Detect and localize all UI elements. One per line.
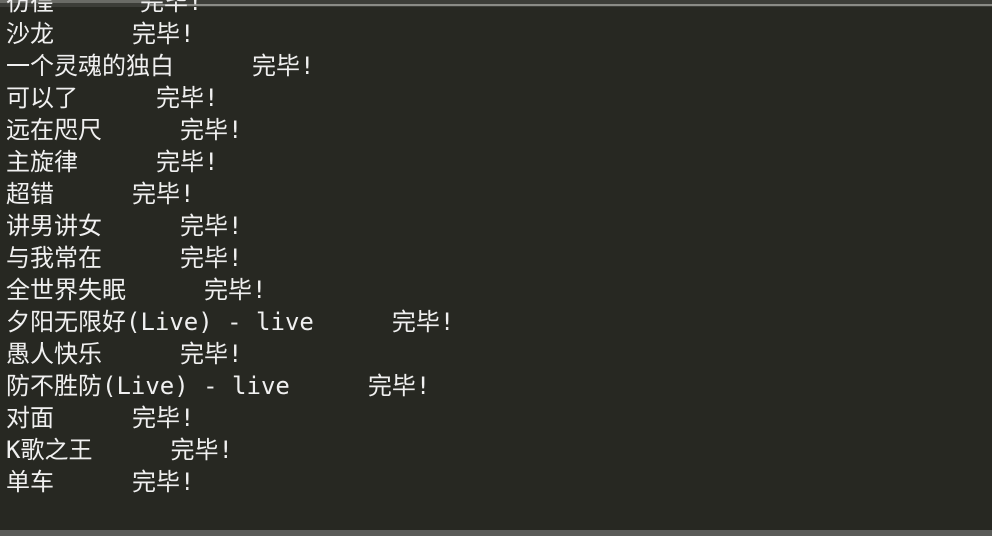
song-title: 单车 (6, 468, 54, 496)
output-line: 与我常在 完毕! (6, 242, 454, 274)
output-line: 讲男讲女 完毕! (6, 210, 454, 242)
status-text: 完毕! (180, 212, 243, 240)
song-title: 可以了 (6, 84, 78, 112)
status-text: 完毕! (140, 0, 203, 16)
song-title: K歌之王 (6, 436, 93, 464)
status-text: 完毕! (170, 436, 233, 464)
output-line: 远在咫尺 完毕! (6, 114, 454, 146)
status-text: 完毕! (132, 180, 195, 208)
status-text: 完毕! (132, 404, 195, 432)
output-line: 愚人快乐 完毕! (6, 338, 454, 370)
status-text: 完毕! (180, 340, 243, 368)
output-line: 可以了 完毕! (6, 82, 454, 114)
song-title: 一个灵魂的独白 (6, 52, 174, 80)
song-title: 远在咫尺 (6, 116, 102, 144)
console-window[interactable]: 彷徨 完毕! 沙龙 完毕! 一个灵魂的独白 完毕! 可以了 完毕! 远在咫尺 完毕! 主旋… (0, 0, 992, 536)
song-title: 防不胜防(Live) - live (6, 372, 290, 400)
status-text: 完毕! (156, 84, 219, 112)
output-line: 单车 完毕! (6, 466, 454, 498)
output-line: 全世界失眠 完毕! (6, 274, 454, 306)
song-title: 与我常在 (6, 244, 102, 272)
song-title: 全世界失眠 (6, 276, 126, 304)
status-text: 完毕! (252, 52, 315, 80)
song-title: 彷徨 (6, 0, 54, 16)
song-title: 夕阳无限好(Live) - live (6, 308, 314, 336)
status-text: 完毕! (204, 276, 267, 304)
song-title: 对面 (6, 404, 54, 432)
bottom-scrollbar[interactable] (0, 530, 992, 536)
output-line: 彷徨 完毕! (6, 0, 454, 18)
output-line: 超错 完毕! (6, 178, 454, 210)
song-title: 讲男讲女 (6, 212, 102, 240)
status-text: 完毕! (180, 116, 243, 144)
status-text: 完毕! (132, 20, 195, 48)
song-title: 愚人快乐 (6, 340, 102, 368)
song-title: 沙龙 (6, 20, 54, 48)
console-output: 彷徨 完毕! 沙龙 完毕! 一个灵魂的独白 完毕! 可以了 完毕! 远在咫尺 完毕! 主旋… (6, 0, 454, 498)
status-text: 完毕! (132, 468, 195, 496)
output-line: 夕阳无限好(Live) - live 完毕! (6, 306, 454, 338)
output-line: 防不胜防(Live) - live 完毕! (6, 370, 454, 402)
output-line: 主旋律 完毕! (6, 146, 454, 178)
output-line: 沙龙 完毕! (6, 18, 454, 50)
status-text: 完毕! (391, 308, 455, 336)
song-title: 主旋律 (6, 148, 78, 176)
output-line: 一个灵魂的独白 完毕! (6, 50, 454, 82)
status-text: 完毕! (367, 372, 431, 400)
output-line: 对面 完毕! (6, 402, 454, 434)
song-title: 超错 (6, 180, 54, 208)
status-text: 完毕! (180, 244, 243, 272)
status-text: 完毕! (156, 148, 219, 176)
output-line: K歌之王 完毕! (6, 434, 454, 466)
